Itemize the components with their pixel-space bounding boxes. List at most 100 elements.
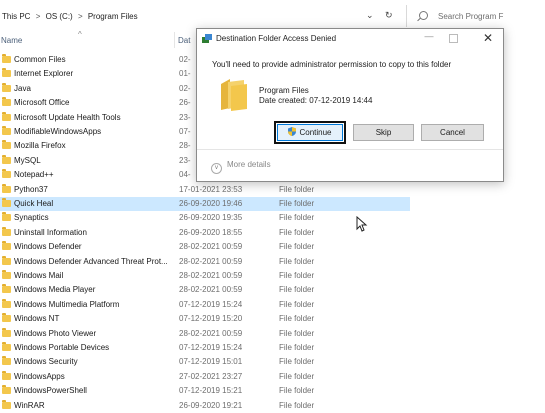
file-date-modified: 07-	[179, 127, 191, 136]
file-type: File folder	[279, 213, 315, 223]
file-name: Python37	[14, 184, 48, 194]
file-row[interactable]: Windows NT 07-12-2019 15:20 File folder	[0, 312, 410, 326]
address-bar: This PC > OS (C:) > Program Files ⌄ ↻ Se…	[0, 0, 545, 30]
file-name: WindowsApps	[14, 371, 65, 381]
cancel-button[interactable]: Cancel	[421, 124, 484, 141]
dialog-title: Destination Folder Access Denied	[216, 34, 337, 43]
more-details-label: More details	[227, 160, 271, 169]
column-header-date[interactable]: Dat	[178, 36, 190, 45]
file-name: Synaptics	[14, 213, 49, 223]
file-name: Windows Defender Advanced Threat Prot...	[14, 256, 168, 266]
file-name: WinRAR	[14, 400, 45, 410]
file-row[interactable]: Synaptics 26-09-2020 19:35 File folder	[0, 211, 410, 225]
file-row[interactable]: WinRAR 26-09-2020 19:21 File folder	[0, 399, 410, 413]
file-date-modified: 07-12-2019 15:21	[179, 386, 243, 396]
address-dropdown-icon[interactable]: ⌄	[366, 10, 374, 21]
dialog-message: You'll need to provide administrator per…	[212, 60, 452, 69]
close-button[interactable]: ✕	[479, 30, 497, 46]
folder-date-created: Date created: 07-12-2019 14:44	[259, 96, 373, 105]
folder-icon	[2, 183, 11, 193]
search-input[interactable]: Search Program F	[406, 5, 545, 27]
folder-icon	[2, 370, 11, 380]
folder-icon	[2, 385, 11, 395]
file-name: MySQL	[14, 155, 41, 165]
file-date-modified: 26-09-2020 19:35	[179, 213, 243, 223]
search-placeholder: Search Program F	[438, 12, 504, 21]
minimize-button[interactable]: —	[420, 31, 438, 45]
file-row[interactable]: WindowsPowerShell 07-12-2019 15:21 File fo…	[0, 384, 410, 398]
dialog-divider	[197, 149, 503, 150]
file-date-modified: 27-02-2021 23:27	[179, 371, 243, 381]
file-date-modified: 01-	[179, 69, 191, 79]
file-row[interactable]: Windows Photo Viewer 28-02-2021 00:59 File…	[0, 327, 410, 341]
breadcrumb-separator: >	[77, 12, 83, 21]
file-type: File folder	[279, 227, 315, 237]
file-row[interactable]: Windows Multimedia Platform 07-12-2019 15…	[0, 298, 410, 312]
file-name: Windows Portable Devices	[14, 343, 110, 352]
file-name: Mozilla Firefox	[14, 141, 66, 151]
refresh-icon[interactable]: ↻	[385, 10, 393, 21]
file-date-modified: 23-	[179, 155, 191, 165]
folder-icon	[2, 284, 11, 294]
file-name: Quick Heal	[14, 199, 54, 208]
file-date-modified: 07-12-2019 15:01	[179, 357, 243, 367]
file-row[interactable]: Windows Portable Devices 07-12-2019 15:24…	[0, 341, 410, 355]
mouse-cursor-icon	[356, 216, 368, 232]
file-type: File folder	[279, 314, 315, 324]
folder-icon	[221, 79, 247, 111]
file-row[interactable]: Windows Defender 28-02-2021 00:59 File fol…	[0, 240, 410, 254]
file-row[interactable]: Windows Security 07-12-2019 15:01 File fol…	[0, 355, 410, 369]
file-name: Internet Explorer	[14, 69, 74, 79]
file-date-modified: 26-	[179, 98, 191, 108]
file-row[interactable]: Python37 17-01-2021 23:53 File folder	[0, 183, 410, 197]
breadcrumb-program-files[interactable]: Program Files	[88, 12, 138, 21]
column-header-name[interactable]: Name	[1, 36, 22, 45]
file-name: Microsoft Update Health Tools	[14, 112, 121, 122]
chevron-down-icon: v	[211, 163, 222, 174]
file-row[interactable]: WindowsApps 27-02-2021 23:27 File folder	[0, 370, 410, 384]
file-type: File folder	[279, 256, 315, 266]
file-type: File folder	[279, 328, 315, 338]
folder-icon	[2, 327, 11, 337]
column-divider[interactable]	[174, 32, 175, 48]
file-name: Windows Photo Viewer	[14, 328, 97, 338]
folder-icon	[2, 54, 11, 63]
file-type: File folder	[279, 271, 315, 280]
file-name: Windows Multimedia Platform	[14, 299, 120, 309]
breadcrumb-os-drive[interactable]: OS (C:)	[46, 12, 73, 21]
file-type: File folder	[279, 371, 315, 381]
file-row[interactable]: Quick Heal 26-09-2020 19:46 File folder	[0, 197, 410, 211]
file-date-modified: 28-02-2021 00:59	[179, 285, 243, 295]
file-row[interactable]: Windows Mail 28-02-2021 00:59 File folder	[0, 269, 410, 283]
file-row[interactable]: Windows Defender Advanced Threat Prot...…	[0, 255, 410, 269]
file-type: File folder	[279, 242, 315, 252]
file-date-modified: 04-	[179, 170, 191, 180]
maximize-button[interactable]	[449, 34, 458, 43]
breadcrumb-this-pc[interactable]: This PC	[2, 12, 30, 21]
more-details-toggle[interactable]: v More details	[211, 160, 271, 174]
file-type: File folder	[279, 400, 315, 410]
continue-button[interactable]: Continue	[274, 121, 346, 144]
folder-icon	[2, 270, 11, 279]
folder-icon	[2, 68, 11, 78]
file-date-modified: 26-09-2020 18:55	[179, 227, 243, 237]
folder-icon	[2, 212, 11, 222]
access-denied-dialog: Destination Folder Access Denied — ✕ You…	[196, 28, 504, 182]
folder-icon	[2, 154, 11, 164]
file-date-modified: 26-09-2020 19:21	[179, 400, 243, 410]
folder-icon	[2, 97, 11, 107]
breadcrumb-separator: >	[35, 12, 41, 21]
copy-folder-icon	[202, 34, 212, 43]
search-icon	[419, 11, 428, 20]
folder-icon	[2, 226, 11, 236]
dialog-titlebar[interactable]: Destination Folder Access Denied — ✕	[197, 29, 503, 49]
file-type: File folder	[279, 199, 315, 208]
file-name: Windows NT	[14, 314, 60, 324]
skip-button[interactable]: Skip	[353, 124, 414, 141]
file-date-modified: 02-	[179, 83, 191, 93]
file-date-modified: 28-02-2021 00:59	[179, 256, 243, 266]
file-row[interactable]: Windows Media Player 28-02-2021 00:59 File…	[0, 283, 410, 297]
file-row[interactable]: Uninstall Information 26-09-2020 18:55 Fil…	[0, 226, 410, 240]
file-date-modified: 02-	[179, 55, 191, 64]
file-date-modified: 07-12-2019 15:24	[179, 343, 243, 352]
